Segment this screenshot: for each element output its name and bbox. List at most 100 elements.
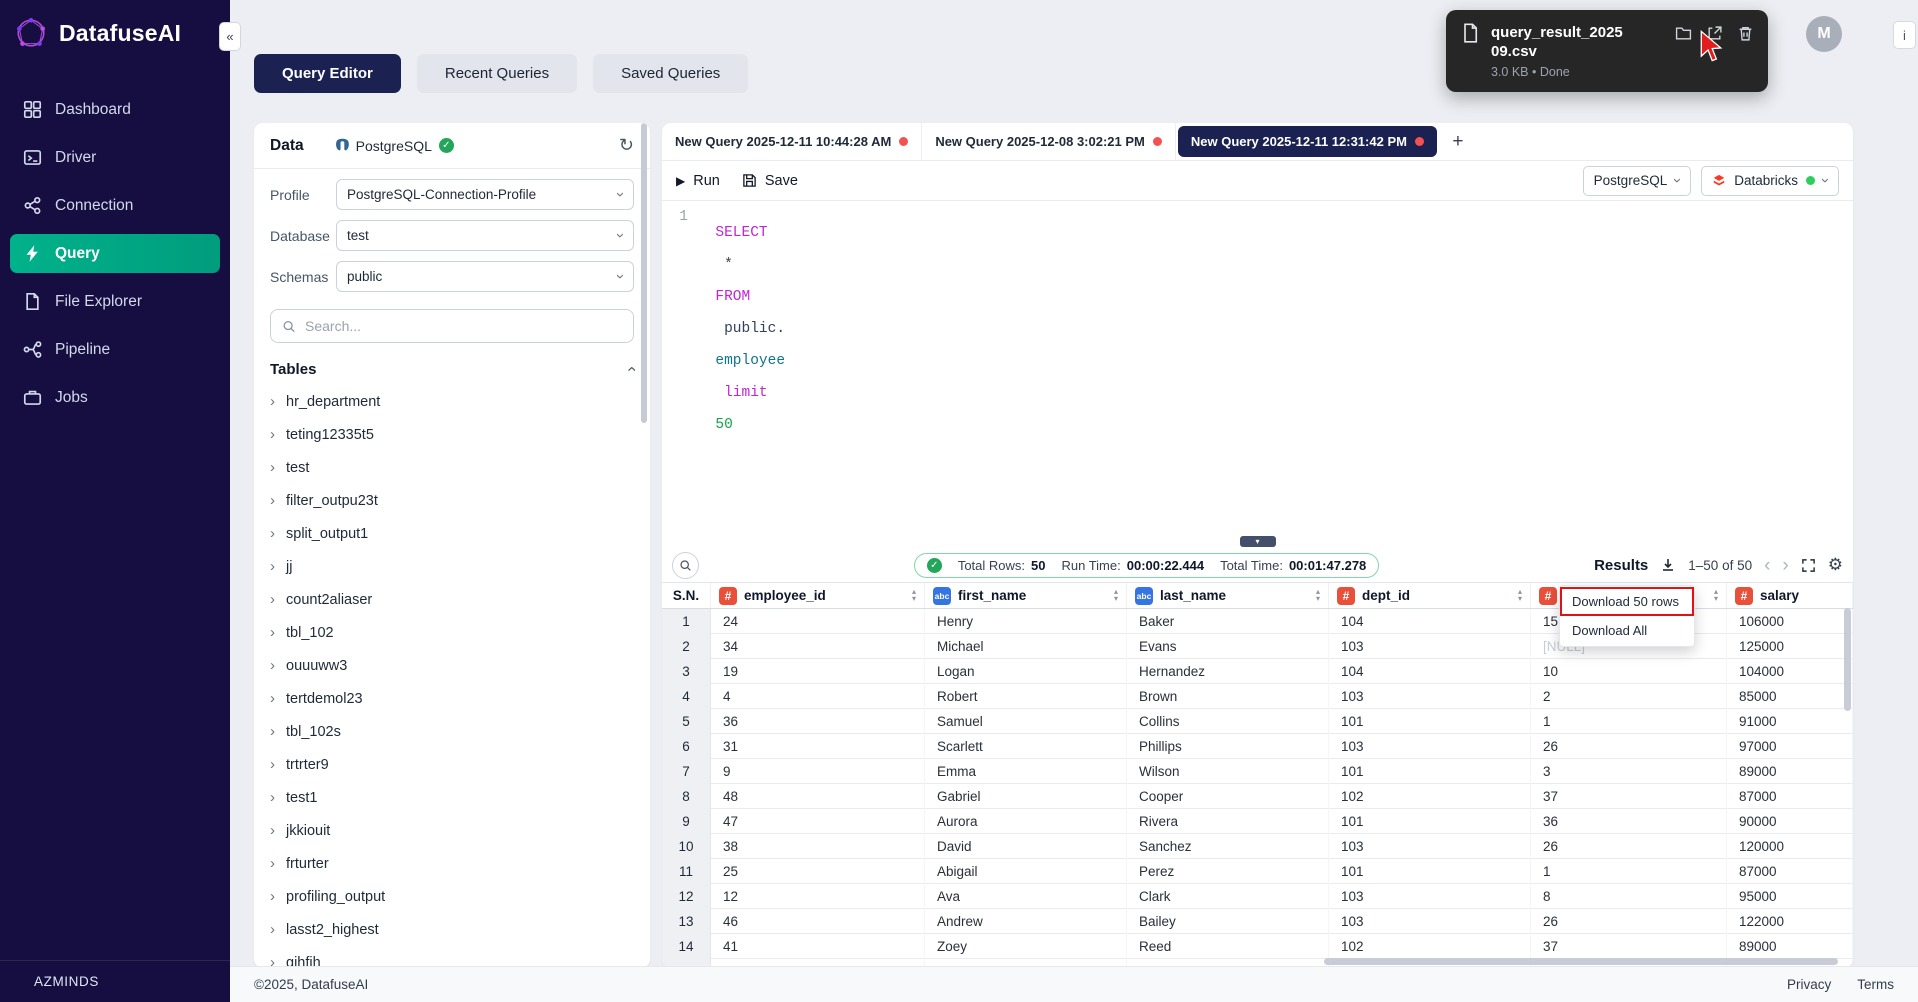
chevron-up-icon[interactable]: › bbox=[621, 366, 641, 372]
save-button[interactable]: Save bbox=[742, 173, 798, 189]
table-list-item[interactable]: › tbl_102s bbox=[262, 715, 642, 748]
fullscreen-button[interactable] bbox=[1801, 558, 1816, 573]
chevron-right-icon[interactable]: › bbox=[270, 822, 275, 839]
sidebar-item-query[interactable]: Query bbox=[10, 234, 220, 273]
table-list-item[interactable]: › filter_outpu23t bbox=[262, 484, 642, 517]
database-select[interactable]: test › bbox=[336, 220, 634, 251]
table-list-item[interactable]: › trtrter9 bbox=[262, 748, 642, 781]
column-header[interactable]: # salary bbox=[1727, 583, 1853, 608]
download-menu-item[interactable]: Download 50 rows bbox=[1560, 587, 1694, 616]
table-list-item[interactable]: › test bbox=[262, 451, 642, 484]
footer-link[interactable]: Terms bbox=[1857, 977, 1894, 992]
sidebar-collapse-button[interactable]: « bbox=[219, 22, 241, 51]
sidebar-item-pipeline[interactable]: Pipeline bbox=[10, 330, 220, 369]
table-row[interactable]: 11 25 Abigail Perez 101 1 87000 bbox=[662, 859, 1853, 884]
sort-icon[interactable]: ▴ ▾ bbox=[1714, 588, 1718, 602]
table-row[interactable]: 5 36 Samuel Collins 101 1 91000 bbox=[662, 709, 1853, 734]
column-header[interactable]: abc last_name ▴ ▾ bbox=[1127, 583, 1329, 608]
vertical-scrollbar[interactable] bbox=[1844, 608, 1851, 711]
panel-splitter[interactable]: ▾ bbox=[662, 536, 1853, 548]
table-row[interactable]: 10 38 David Sanchez 103 26 120000 bbox=[662, 834, 1853, 859]
table-list-item[interactable]: › lasst2_highest bbox=[262, 913, 642, 946]
run-button[interactable]: ▶ Run bbox=[676, 173, 720, 189]
refresh-icon[interactable]: ↻ bbox=[619, 135, 634, 156]
chevron-right-icon[interactable]: › bbox=[270, 756, 275, 773]
tab-saved-queries[interactable]: Saved Queries bbox=[593, 54, 749, 93]
chevron-right-icon[interactable]: › bbox=[270, 525, 275, 542]
table-list-item[interactable]: › teting12335t5 bbox=[262, 418, 642, 451]
delete-download-button[interactable] bbox=[1737, 25, 1754, 42]
table-list-item[interactable]: › jkkiouit bbox=[262, 814, 642, 847]
table-list-item[interactable]: › split_output1 bbox=[262, 517, 642, 550]
table-list-item[interactable]: › frturter bbox=[262, 847, 642, 880]
open-folder-button[interactable] bbox=[1675, 25, 1692, 42]
table-row[interactable]: 14 41 Zoey Reed 102 37 89000 bbox=[662, 934, 1853, 959]
chevron-right-icon[interactable]: › bbox=[270, 624, 275, 641]
table-list-item[interactable]: › jj bbox=[262, 550, 642, 583]
query-tab-3[interactable]: New Query 2025-12-11 12:31:42 PM bbox=[1177, 126, 1437, 157]
settings-gear-icon[interactable]: ⚙ bbox=[1828, 555, 1843, 575]
column-header[interactable]: abc first_name ▴ ▾ bbox=[925, 583, 1127, 608]
avatar[interactable]: M bbox=[1806, 16, 1842, 52]
sidebar-item-dashboard[interactable]: Dashboard bbox=[10, 90, 220, 129]
sort-icon[interactable]: ▴ ▾ bbox=[1114, 588, 1118, 602]
table-row[interactable]: 8 48 Gabriel Cooper 102 37 87000 bbox=[662, 784, 1853, 809]
table-list-item[interactable]: › gjhfjh bbox=[262, 946, 642, 968]
chevron-right-icon[interactable]: › bbox=[270, 657, 275, 674]
table-list-item[interactable]: › ouuuww3 bbox=[262, 649, 642, 682]
query-tab-1[interactable]: New Query 2025-12-11 10:44:28 AM bbox=[662, 123, 923, 160]
chevron-right-icon[interactable]: › bbox=[270, 492, 275, 509]
chevron-right-icon[interactable]: › bbox=[270, 558, 275, 575]
download-results-button[interactable] bbox=[1660, 557, 1676, 573]
column-header[interactable]: S.N. bbox=[662, 583, 711, 608]
chevron-right-icon[interactable]: › bbox=[270, 888, 275, 905]
prev-page-button[interactable]: ‹ bbox=[1764, 556, 1770, 575]
table-row[interactable]: 6 31 Scarlett Phillips 103 26 97000 bbox=[662, 734, 1853, 759]
chevron-right-icon[interactable]: › bbox=[270, 855, 275, 872]
chevron-right-icon[interactable]: › bbox=[270, 723, 275, 740]
table-row[interactable]: 7 9 Emma Wilson 101 3 89000 bbox=[662, 759, 1853, 784]
sidebar-item-driver[interactable]: Driver bbox=[10, 138, 220, 177]
sql-editor[interactable]: 1 SELECT * FROM public. employee limit 5… bbox=[662, 201, 1853, 536]
info-button[interactable]: i bbox=[1893, 21, 1916, 49]
table-list-item[interactable]: › profiling_output bbox=[262, 880, 642, 913]
chevron-right-icon[interactable]: › bbox=[270, 591, 275, 608]
source-engine-select[interactable]: PostgreSQL › bbox=[1582, 165, 1692, 196]
search-input[interactable] bbox=[270, 309, 634, 343]
chevron-right-icon[interactable]: › bbox=[270, 459, 275, 476]
tab-query-editor[interactable]: Query Editor bbox=[254, 54, 401, 93]
tab-recent-queries[interactable]: Recent Queries bbox=[416, 54, 578, 93]
chevron-right-icon[interactable]: › bbox=[270, 690, 275, 707]
table-row[interactable]: 3 19 Logan Hernandez 104 10 104000 bbox=[662, 659, 1853, 684]
schemas-select[interactable]: public › bbox=[336, 261, 634, 292]
query-tab-2[interactable]: New Query 2025-12-08 3:02:21 PM bbox=[922, 123, 1176, 160]
chevron-right-icon[interactable]: › bbox=[270, 393, 275, 410]
column-header[interactable]: # employee_id ▴ ▾ bbox=[711, 583, 925, 608]
chevron-right-icon[interactable]: › bbox=[270, 789, 275, 806]
sidebar-item-jobs[interactable]: Jobs bbox=[10, 378, 220, 417]
results-search-button[interactable] bbox=[672, 551, 699, 579]
chevron-right-icon[interactable]: › bbox=[270, 426, 275, 443]
table-list-item[interactable]: › tbl_102 bbox=[262, 616, 642, 649]
table-row[interactable]: 9 47 Aurora Rivera 101 36 90000 bbox=[662, 809, 1853, 834]
sort-icon[interactable]: ▴ ▾ bbox=[912, 588, 916, 602]
next-page-button[interactable]: › bbox=[1782, 556, 1788, 575]
splitter-handle-icon[interactable]: ▾ bbox=[1239, 536, 1276, 547]
tables-scrollbar[interactable] bbox=[641, 123, 647, 423]
table-row[interactable]: 12 12 Ava Clark 103 8 95000 bbox=[662, 884, 1853, 909]
table-row[interactable]: 4 4 Robert Brown 103 2 85000 bbox=[662, 684, 1853, 709]
table-list-item[interactable]: › hr_department bbox=[262, 385, 642, 418]
sort-icon[interactable]: ▴ ▾ bbox=[1316, 588, 1320, 602]
sidebar-item-file-explorer[interactable]: File Explorer bbox=[10, 282, 220, 321]
profile-select[interactable]: PostgreSQL-Connection-Profile › bbox=[336, 179, 634, 210]
download-menu-item[interactable]: Download All bbox=[1560, 616, 1694, 645]
footer-link[interactable]: Privacy bbox=[1787, 977, 1831, 992]
table-list-item[interactable]: › test1 bbox=[262, 781, 642, 814]
table-row[interactable]: 13 46 Andrew Bailey 103 26 122000 bbox=[662, 909, 1853, 934]
horizontal-scrollbar[interactable] bbox=[1324, 958, 1838, 965]
chevron-right-icon[interactable]: › bbox=[270, 921, 275, 938]
sidebar-item-connection[interactable]: Connection bbox=[10, 186, 220, 225]
target-engine-select[interactable]: Databricks › bbox=[1701, 165, 1839, 196]
table-list-item[interactable]: › tertdemol23 bbox=[262, 682, 642, 715]
sort-icon[interactable]: ▴ ▾ bbox=[1518, 588, 1522, 602]
